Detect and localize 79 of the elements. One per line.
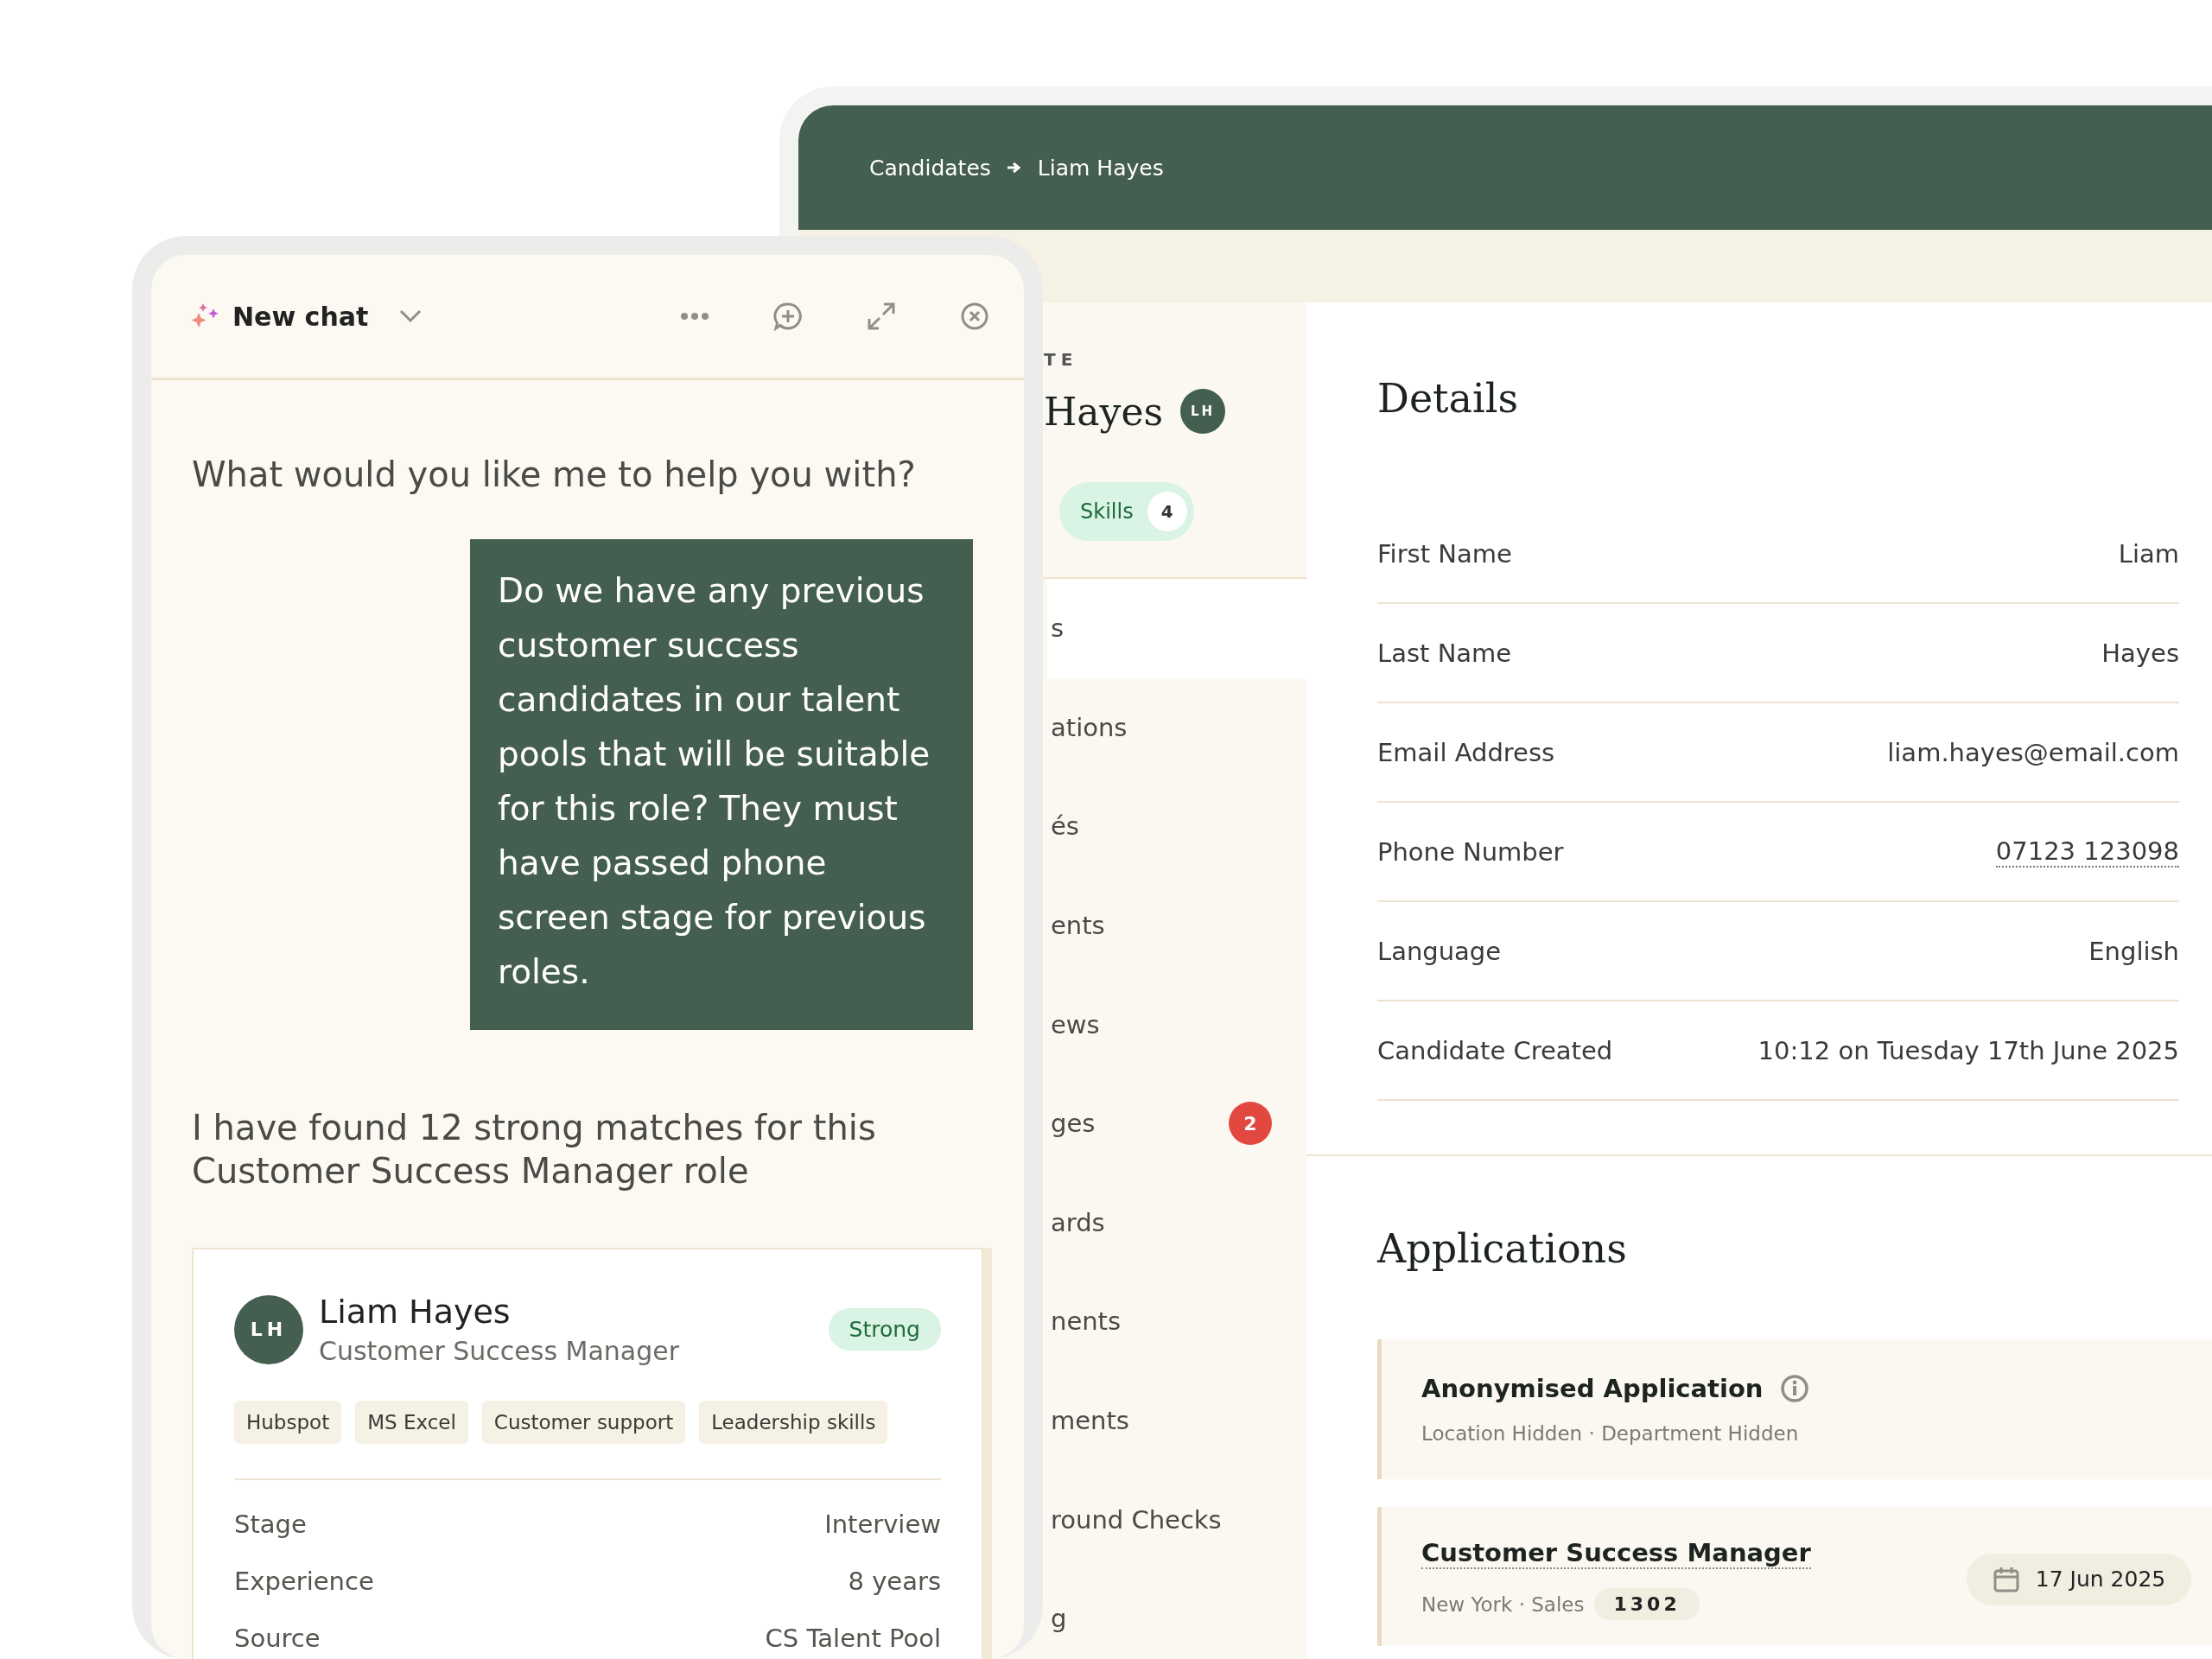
nav-label: nents	[1051, 1306, 1122, 1337]
nav-label: g	[1051, 1604, 1067, 1634]
application-meta: New York · Sales	[1421, 1592, 1585, 1616]
tab-label: Skills	[1080, 499, 1134, 524]
section-label: TE	[1044, 349, 1079, 370]
application-title: Anonymised Application	[1421, 1374, 1764, 1403]
nav-item[interactable]: nents	[1047, 1272, 1306, 1371]
nav-item[interactable]: ews	[1047, 975, 1306, 1074]
chat-title: New chat	[232, 301, 369, 332]
nav-item[interactable]: ards	[1047, 1173, 1306, 1273]
skill-tag: Customer support	[481, 1401, 686, 1444]
skill-tag: Hubspot	[234, 1401, 342, 1444]
count-badge: 4	[1147, 492, 1187, 531]
expand-icon[interactable]	[867, 302, 896, 331]
breadcrumb-link[interactable]: Liam Hayes	[1037, 155, 1164, 181]
nav-label: ards	[1051, 1207, 1105, 1237]
application-card[interactable]: Anonymised Application Location Hidden · Department Hidden	[1377, 1339, 2212, 1479]
nav-label: ations	[1051, 712, 1128, 742]
nav-item[interactable]: ges 2	[1047, 1073, 1306, 1173]
candidate-role: Customer Success Manager	[319, 1336, 681, 1366]
match-badge: Strong	[828, 1308, 941, 1351]
section-title: Details	[1377, 375, 1520, 422]
field-value: Liam	[2118, 538, 2179, 569]
nav-label: ments	[1051, 1406, 1129, 1436]
skill-tag: Leadership skills	[699, 1401, 888, 1444]
field-label: Candidate Created	[1377, 1035, 1613, 1065]
calendar-icon	[1992, 1565, 2020, 1593]
date-text: 17 Jun 2025	[2035, 1567, 2166, 1592]
arrow-icon	[1006, 162, 1022, 174]
fact-label: Experience	[234, 1567, 374, 1596]
more-icon[interactable]	[680, 312, 709, 321]
nav-item[interactable]: ents	[1047, 875, 1306, 976]
fact-label: Source	[234, 1624, 321, 1653]
nav-item[interactable]: ments	[1047, 1370, 1306, 1471]
skill-tag: MS Excel	[355, 1401, 468, 1444]
nav-label: s	[1051, 613, 1065, 644]
avatar: LH	[1180, 389, 1226, 434]
application-meta: Location Hidden · Department Hidden	[1421, 1422, 1799, 1445]
section-title: Applications	[1377, 1225, 1628, 1272]
nav-label: és	[1051, 811, 1079, 842]
skills-tab[interactable]: Skills 4	[1059, 482, 1194, 541]
fact-value: 8 years	[848, 1567, 941, 1596]
nav-item[interactable]: g	[1047, 1568, 1306, 1659]
field-value: 10:12 on Tuesday 17th June 2025	[1758, 1035, 2179, 1065]
nav-item[interactable]: s	[1047, 579, 1306, 678]
candidate-name: Hayes	[1044, 389, 1164, 434]
nav-item[interactable]: ations	[1047, 677, 1306, 778]
field-value: liam.hayes@email.com	[1887, 737, 2179, 767]
nav-item[interactable]: round Checks	[1047, 1470, 1306, 1569]
fact-label: Stage	[234, 1510, 307, 1539]
nav-label: ents	[1051, 911, 1105, 941]
field-label: Language	[1377, 936, 1502, 966]
avatar: LH	[234, 1294, 303, 1364]
close-icon[interactable]	[960, 302, 989, 331]
nav-label: ews	[1051, 1009, 1100, 1039]
application-card[interactable]: Customer Success Manager New York · Sales 1302 17 Jun 2025	[1377, 1507, 2212, 1646]
job-code: 1302	[1594, 1588, 1700, 1620]
info-icon	[1780, 1374, 1810, 1403]
chevron-down-icon[interactable]	[399, 309, 423, 323]
phone-link[interactable]: 07123 123098	[1995, 836, 2179, 868]
nav-item[interactable]: és	[1047, 777, 1306, 876]
field-value: English	[2088, 936, 2179, 966]
count-badge: 2	[1229, 1102, 1272, 1146]
field-label: First Name	[1377, 538, 1512, 569]
new-chat-icon[interactable]	[773, 302, 803, 331]
nav-label: round Checks	[1051, 1504, 1222, 1535]
field-label: Last Name	[1377, 638, 1512, 668]
assistant-message: I have found 12 strong matches for this Customer Success Manager role	[192, 1107, 877, 1192]
fact-value: Interview	[824, 1510, 941, 1539]
job-link[interactable]: Customer Success Manager	[1421, 1538, 1811, 1569]
field-label: Email Address	[1377, 737, 1555, 767]
assistant-message: What would you like me to help you with?	[192, 454, 917, 496]
field-value: Hayes	[2101, 638, 2179, 668]
field-label: Phone Number	[1377, 836, 1564, 867]
breadcrumb-link[interactable]: Candidates	[869, 155, 991, 181]
nav-label: ges	[1051, 1109, 1096, 1139]
candidate-name: Liam Hayes	[319, 1293, 512, 1331]
user-message: Do we have any previous customer success candidates in our talent pools that will be suitable for this role? They must have passed phone screen stage for previous roles.	[470, 539, 973, 1030]
fact-value: CS Talent Pool	[765, 1624, 941, 1653]
